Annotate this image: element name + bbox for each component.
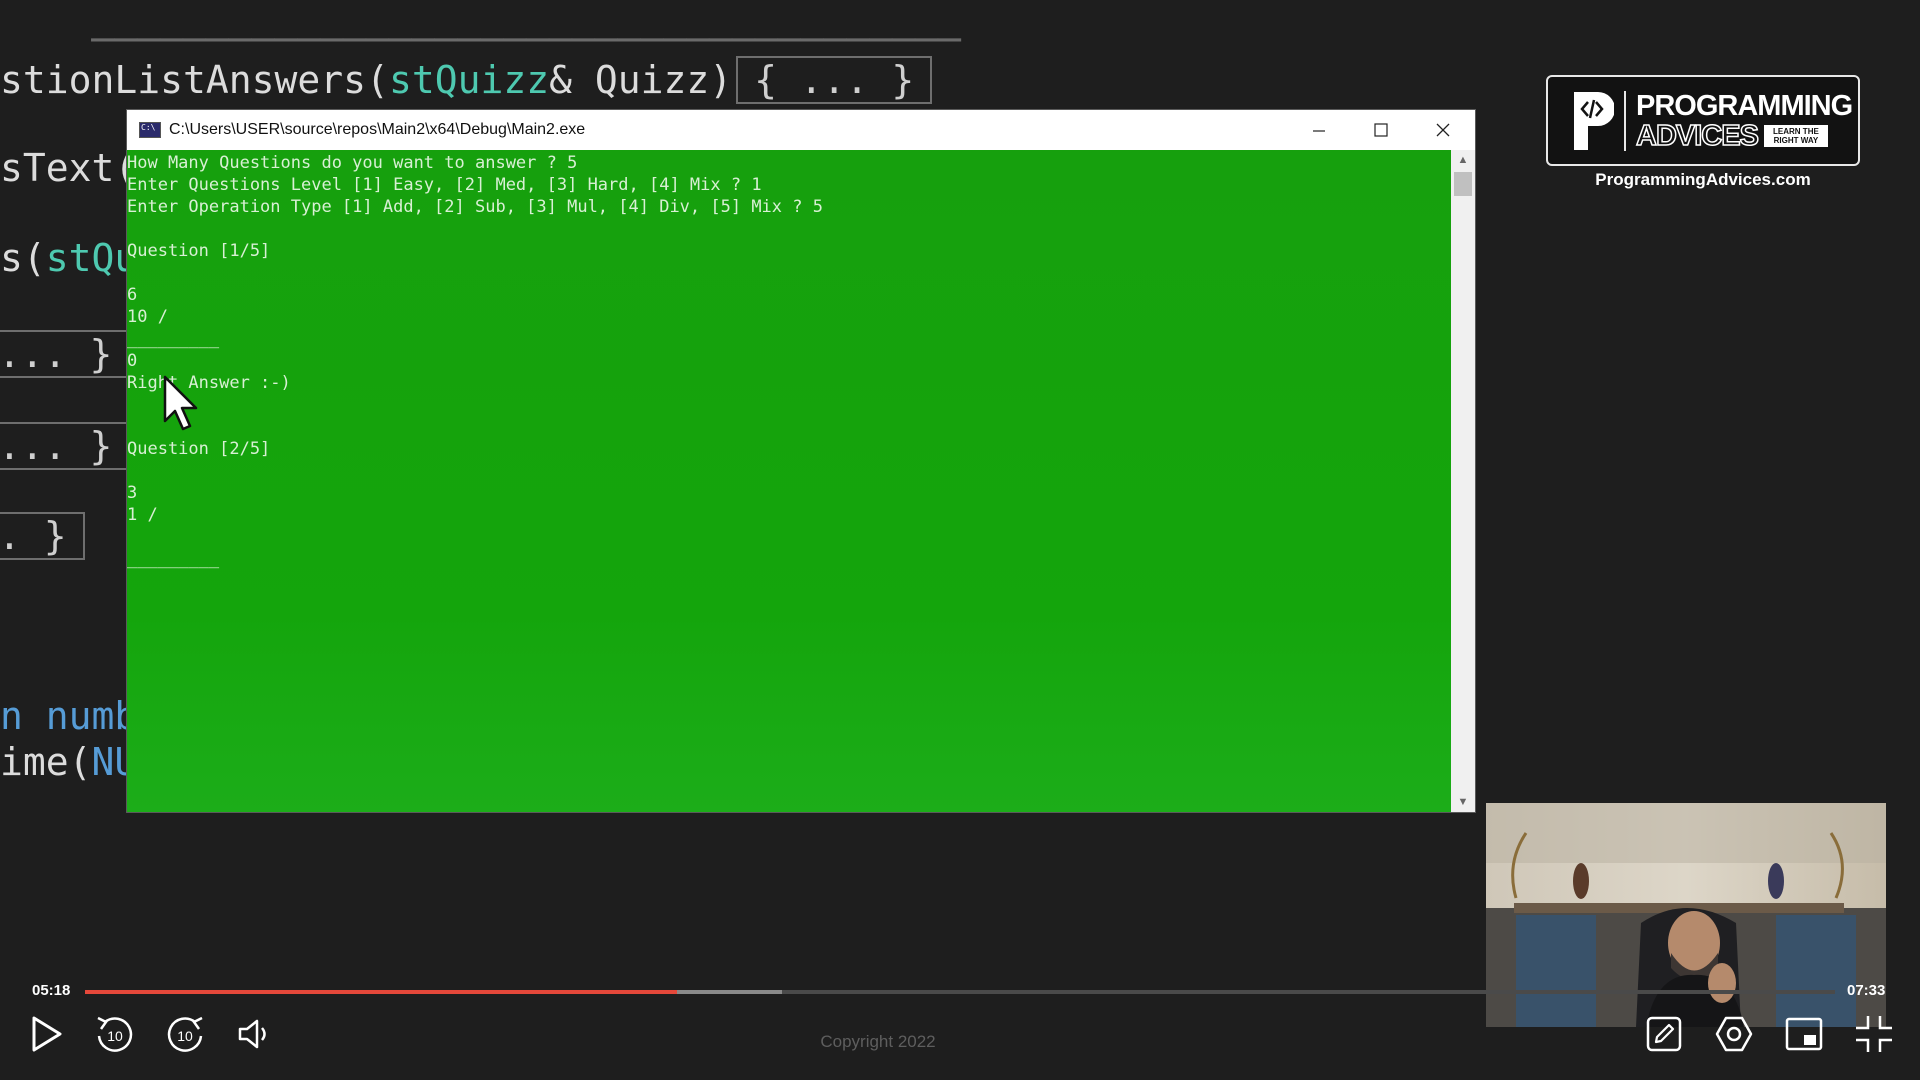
console-scrollbar[interactable]: ▲ ▼ xyxy=(1451,150,1475,812)
collapsed-block[interactable]: . } xyxy=(0,512,85,560)
mouse-cursor-icon xyxy=(163,375,198,431)
console-output[interactable]: How Many Questions do you want to answer… xyxy=(127,150,1451,812)
logo-p-icon xyxy=(1574,91,1614,150)
rewind-10-icon[interactable]: 10 xyxy=(93,1012,137,1056)
console-window[interactable]: C:\Users\USER\source\repos\Main2\x64\Deb… xyxy=(127,110,1475,812)
logo-url: ProgrammingAdvices.com xyxy=(1595,170,1811,189)
console-titlebar[interactable]: C:\Users\USER\source\repos\Main2\x64\Deb… xyxy=(127,110,1475,150)
maximize-button[interactable] xyxy=(1351,110,1411,150)
progress-fill xyxy=(85,990,677,994)
copyright-text: Copyright 2022 xyxy=(820,1032,936,1051)
forward-10-icon[interactable]: 10 xyxy=(163,1012,207,1056)
scroll-down-arrow-icon[interactable]: ▼ xyxy=(1451,792,1475,812)
exit-fullscreen-icon[interactable] xyxy=(1852,1012,1896,1056)
minimize-button[interactable] xyxy=(1289,110,1349,150)
code-line-2: sText( xyxy=(0,146,138,190)
collapsed-block[interactable]: { ... } xyxy=(736,56,933,104)
maximize-icon xyxy=(1374,123,1388,137)
close-button[interactable] xyxy=(1413,110,1473,150)
code-line-fold-3: ... } xyxy=(0,422,131,470)
total-time: 07:33 xyxy=(1847,982,1886,999)
minimize-icon xyxy=(1313,130,1325,132)
console-text: How Many Questions do you want to answer… xyxy=(127,153,823,569)
picture-in-picture-icon[interactable] xyxy=(1782,1012,1826,1056)
programming-advices-logo: PROGRAMMING ADVICES LEARN THE RIGHT WAY xyxy=(1546,75,1860,166)
close-icon xyxy=(1436,123,1450,137)
logo-line-2: ADVICES xyxy=(1635,119,1759,152)
logo-divider xyxy=(1624,90,1626,151)
edit-icon[interactable] xyxy=(1642,1012,1686,1056)
logo-tagline: LEARN THE RIGHT WAY xyxy=(1763,124,1828,147)
forward-label: 10 xyxy=(177,1028,193,1044)
settings-icon[interactable] xyxy=(1712,1012,1756,1056)
logo-line-1: PROGRAMMING xyxy=(1636,89,1853,122)
collapsed-block[interactable]: ... } xyxy=(0,330,131,378)
console-app-icon xyxy=(139,122,161,138)
current-time: 05:18 xyxy=(32,982,71,999)
progress-bar[interactable] xyxy=(85,990,1835,994)
code-line-3: s(stQu xyxy=(0,236,138,280)
volume-icon[interactable] xyxy=(232,1012,276,1056)
rewind-label: 10 xyxy=(107,1028,123,1044)
play-icon[interactable] xyxy=(24,1012,68,1056)
logo-line-2-row: ADVICES LEARN THE RIGHT WAY xyxy=(1635,119,1852,152)
collapsed-block[interactable]: ... } xyxy=(0,422,131,470)
console-title: C:\Users\USER\source\repos\Main2\x64\Deb… xyxy=(169,121,586,138)
scroll-up-arrow-icon[interactable]: ▲ xyxy=(1451,150,1475,170)
code-line-fold-4: . } xyxy=(0,512,85,560)
code-line-1: stionListAnswers(stQuizz& Quizz){ ... } xyxy=(0,56,933,104)
scrollbar-thumb[interactable] xyxy=(1454,172,1472,196)
logo-wordmark: PROGRAMMING ADVICES LEARN THE RIGHT WAY xyxy=(1635,89,1853,152)
code-line-fold-2: ... } xyxy=(0,330,131,378)
